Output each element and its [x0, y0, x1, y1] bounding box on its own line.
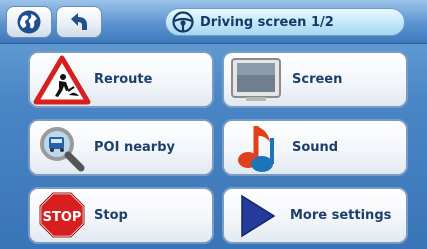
screen-title-bar: Driving screen 1/2 — [165, 8, 405, 36]
play-arrow-icon — [224, 189, 288, 243]
music-note-icon — [224, 121, 288, 175]
stop-button[interactable]: STOP Stop — [28, 187, 214, 244]
back-arrow-icon — [71, 13, 87, 30]
screen-label: Screen — [292, 72, 343, 87]
stop-sign-icon: STOP — [30, 189, 94, 243]
poi-nearby-label: POI nearby — [94, 140, 175, 155]
magnifier-icon — [30, 121, 94, 175]
sound-label: Sound — [292, 140, 339, 155]
sound-button[interactable]: Sound — [222, 119, 408, 176]
road-works-icon — [30, 53, 94, 107]
back-button[interactable] — [56, 6, 102, 38]
reroute-button[interactable]: Reroute — [28, 51, 214, 108]
monitor-icon — [224, 53, 288, 107]
steering-wheel-icon — [172, 11, 194, 33]
page-title: Driving screen 1/2 — [200, 14, 334, 30]
poi-nearby-button[interactable]: POI nearby — [28, 119, 214, 176]
stop-sign-text: STOP — [43, 210, 82, 225]
more-settings-label: More settings — [290, 208, 392, 223]
more-settings-button[interactable]: More settings — [222, 187, 408, 244]
globe-button[interactable] — [6, 6, 52, 38]
screen-button[interactable]: Screen — [222, 51, 408, 108]
top-bar: Driving screen 1/2 — [0, 0, 427, 44]
globe-icon — [17, 10, 41, 34]
reroute-label: Reroute — [94, 72, 153, 87]
stop-label: Stop — [94, 208, 128, 223]
